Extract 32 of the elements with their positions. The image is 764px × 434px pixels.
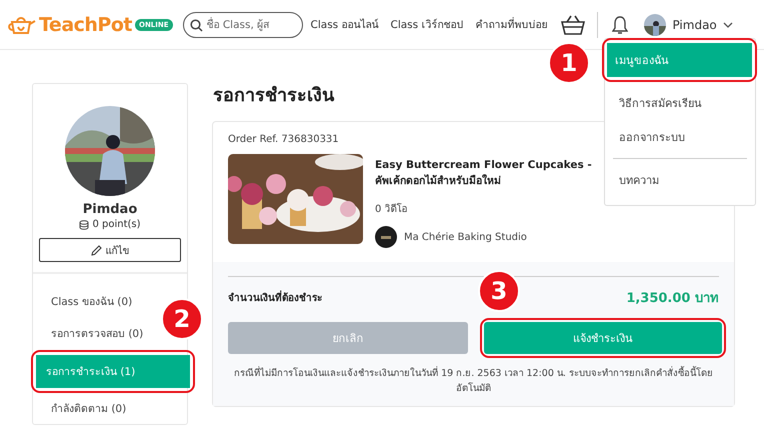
studio-name: Ma Chérie Baking Studio bbox=[404, 232, 527, 242]
nav-link[interactable]: Class เวิร์กชอป bbox=[390, 16, 464, 33]
nav-link[interactable]: Class ออนไลน์ bbox=[310, 16, 378, 33]
studio-logo-icon bbox=[375, 226, 397, 248]
profile-name: Pimdao bbox=[82, 202, 138, 217]
user-name[interactable]: Pimdao bbox=[672, 18, 717, 32]
sidebar-item[interactable]: รอการตรวจสอบ (0) bbox=[51, 318, 144, 350]
video-count: 0 วิดีโอ bbox=[375, 202, 409, 216]
page-title: รอการชำระเงิน bbox=[213, 84, 334, 108]
pencil-icon bbox=[90, 244, 102, 256]
amount-label: จำนวนเงินที่ต้องชำระ bbox=[228, 290, 322, 305]
points-text: 0 point(s) bbox=[92, 219, 141, 230]
payment-note: กรณีที่ไม่มีการโอนเงินและแจ้งชำระเงินภายในวันที่ 19 ก.ย. 2563 เวลา 12:00 น. ระบบจะทำการยกเลิกคำสั่งซื้อนี้โดยอัตโนมัติ bbox=[233, 366, 714, 396]
course-title[interactable]: Easy Buttercream Flower Cupcakes - คัพเค้กดอกไม้สำหรับมือใหม่ bbox=[375, 157, 605, 189]
bell-icon[interactable] bbox=[612, 14, 628, 34]
edit-button[interactable]: แก้ไข bbox=[39, 238, 181, 262]
nav-link[interactable]: คำถามที่พบบ่อย bbox=[475, 16, 548, 33]
search-icon bbox=[190, 18, 203, 32]
menu-item[interactable]: วิธีการสมัครเรียน bbox=[605, 86, 755, 120]
basket-icon[interactable] bbox=[561, 14, 586, 36]
coins-icon bbox=[79, 220, 90, 230]
sidebar-item[interactable]: กำลังติดตาม (0) bbox=[51, 393, 126, 425]
step-number: 3 bbox=[478, 270, 520, 312]
chevron-down-icon[interactable] bbox=[722, 22, 733, 28]
order-ref: Order Ref. 736830331 bbox=[228, 134, 339, 145]
sidebar-item[interactable]: Class ของฉัน (0) bbox=[51, 286, 132, 318]
search-field[interactable]: ชื่อ Class, ผู้ส bbox=[182, 12, 303, 38]
menu-item[interactable]: บทความ bbox=[605, 163, 755, 197]
step-number: 2 bbox=[161, 298, 203, 340]
menu-item[interactable]: ออกจากระบบ bbox=[605, 120, 755, 154]
step-number: 1 bbox=[548, 42, 590, 84]
amount-value: 1,350.00 บาท bbox=[626, 290, 719, 308]
